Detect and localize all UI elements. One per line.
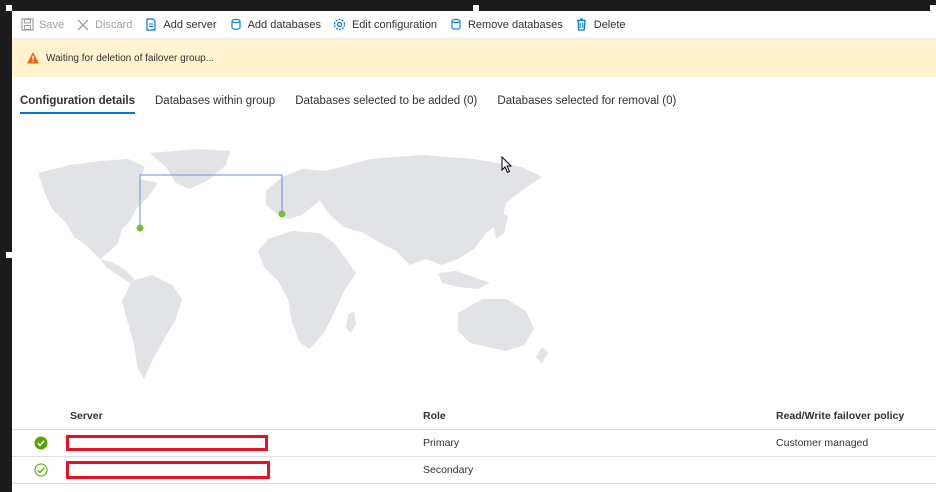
primary-region-marker[interactable]: [136, 224, 144, 232]
check-circle-outline-icon: [34, 463, 48, 477]
server-column-header: Server: [70, 410, 103, 422]
banner-message: Waiting for deletion of failover group..…: [46, 52, 215, 64]
servers-table: Server Role Read/Write failover policy P…: [12, 403, 936, 484]
discard-icon: [76, 18, 90, 32]
remove-databases-label: Remove databases: [467, 18, 563, 31]
role-cell: Secondary: [423, 464, 474, 476]
tab-configuration-details[interactable]: Configuration details: [20, 95, 135, 114]
role-cell: Primary: [423, 437, 460, 449]
add-databases-icon: [229, 18, 243, 32]
status-banner: Waiting for deletion of failover group..…: [12, 39, 936, 77]
world-map: [38, 149, 548, 379]
edit-configuration-button[interactable]: Edit configuration: [333, 11, 437, 38]
redacted-server-name: [66, 435, 268, 451]
delete-button[interactable]: Delete: [575, 11, 626, 38]
save-label: Save: [39, 18, 65, 31]
add-databases-label: Add databases: [247, 18, 321, 31]
trash-icon: [575, 18, 589, 32]
check-circle-filled-icon: [34, 436, 48, 450]
secondary-region-marker[interactable]: [278, 210, 286, 218]
delete-label: Delete: [593, 18, 626, 31]
policy-column-header: Read/Write failover policy: [776, 410, 905, 422]
remove-databases-button[interactable]: Remove databases: [449, 11, 563, 38]
discard-button[interactable]: Discard: [76, 11, 132, 38]
table-row[interactable]: Secondary: [12, 457, 936, 484]
policy-cell: Customer managed: [776, 437, 869, 449]
warning-icon: [26, 51, 40, 65]
gear-icon: [333, 18, 347, 32]
tab-strip: Configuration details Databases within g…: [20, 95, 696, 114]
tab-databases-within-group[interactable]: Databases within group: [155, 95, 275, 113]
add-server-label: Add server: [163, 18, 217, 31]
edit-configuration-label: Edit configuration: [351, 18, 437, 31]
add-server-button[interactable]: Add server: [144, 11, 217, 38]
replication-link-line: [139, 174, 283, 227]
save-icon: [20, 18, 34, 32]
remove-databases-icon: [449, 18, 463, 32]
mouse-cursor-icon: [501, 156, 513, 174]
redacted-server-name: [66, 461, 270, 479]
failover-group-panel: Save Discard Add server Add databases Ed…: [12, 11, 936, 492]
discard-label: Discard: [95, 18, 133, 31]
world-landmass: [38, 149, 548, 379]
add-server-icon: [144, 18, 158, 32]
table-row[interactable]: Primary Customer managed: [12, 430, 936, 457]
tab-databases-for-removal[interactable]: Databases selected for removal (0): [497, 95, 676, 113]
role-column-header: Role: [423, 410, 446, 422]
add-databases-button[interactable]: Add databases: [229, 11, 321, 38]
tab-databases-to-be-added[interactable]: Databases selected to be added (0): [295, 95, 477, 113]
save-button[interactable]: Save: [20, 11, 64, 38]
command-bar: Save Discard Add server Add databases Ed…: [12, 11, 936, 39]
table-header: Server Role Read/Write failover policy: [12, 403, 936, 430]
